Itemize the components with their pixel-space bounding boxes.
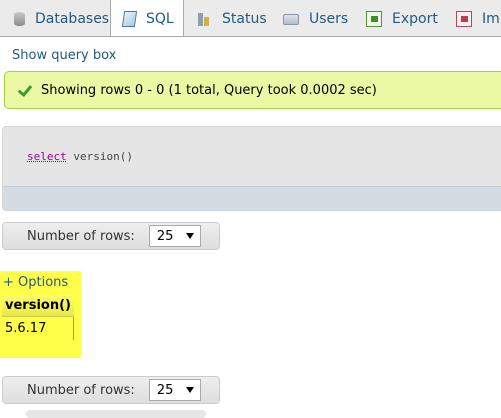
tab-users[interactable]: Users — [271, 0, 354, 36]
sql-query-box[interactable]: select version() — [2, 126, 501, 211]
status-chart-icon — [196, 11, 212, 27]
import-icon — [456, 10, 472, 27]
navigation-bar-bottom: Number of rows: 25 — [2, 376, 220, 404]
tab-label: Databases — [35, 10, 110, 27]
tab-export[interactable]: Export — [354, 0, 444, 36]
options-link[interactable]: + Options — [3, 275, 68, 290]
chevron-down-icon — [185, 233, 194, 239]
number-of-rows-label: Number of rows: — [27, 228, 135, 244]
number-of-rows-label: Number of rows: — [27, 382, 135, 398]
tab-databases[interactable]: Databases — [0, 0, 110, 36]
tab-label: SQL — [146, 11, 174, 27]
tab-label: Users — [309, 10, 349, 27]
number-of-rows-value: 25 — [156, 228, 174, 244]
sql-text: version() — [73, 150, 133, 163]
export-icon — [366, 10, 382, 27]
sql-keyword[interactable]: select — [27, 150, 67, 163]
database-icon — [14, 11, 25, 26]
results-header-row: version() — [2, 295, 74, 317]
column-header[interactable]: version() — [2, 295, 74, 317]
cut-off-element — [26, 410, 206, 418]
success-message: Showing rows 0 - 0 (1 total, Query took … — [4, 71, 501, 109]
sql-code: select version() — [27, 150, 133, 163]
number-of-rows-select[interactable]: 25 — [148, 225, 201, 247]
results-table: version() 5.6.17 — [2, 295, 75, 340]
tab-sql[interactable]: SQL — [110, 0, 184, 36]
tab-label: Imp — [482, 10, 501, 27]
table-cell[interactable]: 5.6.17 — [2, 316, 75, 340]
tab-label: Export — [392, 10, 438, 27]
show-query-box-link[interactable]: Show query box — [12, 48, 116, 63]
tab-import[interactable]: Imp — [444, 0, 501, 36]
tab-label: Status — [222, 10, 267, 27]
number-of-rows-value: 25 — [156, 382, 174, 398]
top-tab-bar: Databases SQL Status Users Export Imp — [0, 0, 501, 37]
success-message-text: Showing rows 0 - 0 (1 total, Query took … — [41, 82, 377, 98]
users-icon — [283, 14, 299, 25]
chevron-down-icon — [185, 387, 194, 393]
sql-box-toolbar — [3, 186, 501, 210]
number-of-rows-select[interactable]: 25 — [148, 379, 201, 401]
success-check-icon — [17, 82, 33, 98]
tab-status[interactable]: Status — [184, 0, 270, 36]
sql-icon — [121, 11, 138, 27]
navigation-bar-top: Number of rows: 25 — [2, 222, 220, 250]
table-row: 5.6.17 — [2, 316, 75, 340]
